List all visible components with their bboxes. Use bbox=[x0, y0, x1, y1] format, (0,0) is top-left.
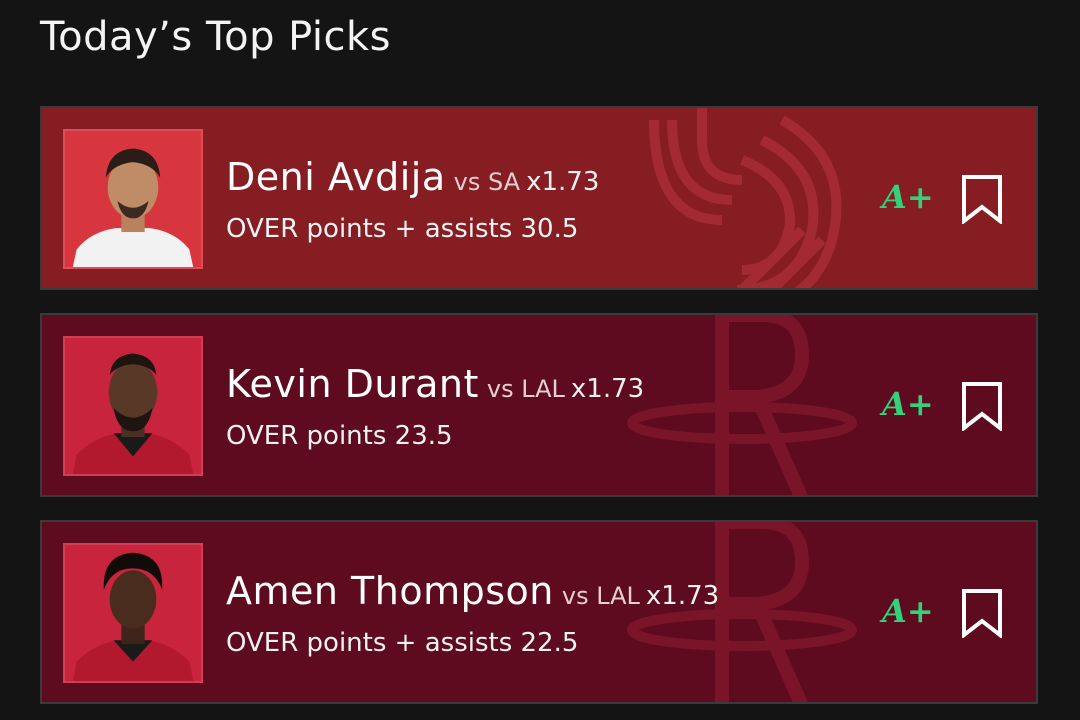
grade-badge: A+ bbox=[882, 592, 934, 630]
multiplier-label: x1.73 bbox=[570, 374, 645, 404]
player-name: Amen Thompson bbox=[226, 569, 554, 613]
pick-line: OVER points + assists 22.5 bbox=[226, 628, 579, 658]
player-name: Deni Avdija bbox=[226, 155, 446, 199]
multiplier-label: x1.73 bbox=[526, 167, 600, 197]
bookmark-icon[interactable] bbox=[961, 381, 1003, 431]
pick-card-deni-avdija[interactable]: Deni Avdija vs SA x1.73 OVER points + assi… bbox=[40, 106, 1038, 290]
player-name: Kevin Durant bbox=[226, 362, 479, 406]
grade-badge: A+ bbox=[882, 178, 934, 216]
player-photo-amen-thompson bbox=[63, 543, 203, 683]
opponent-label: vs LAL bbox=[561, 582, 640, 610]
player-photo-deni-avdija bbox=[63, 129, 203, 269]
page-title: Today’s Top Picks bbox=[40, 14, 392, 60]
opponent-label: vs SA bbox=[453, 168, 521, 196]
pick-card-amen-thompson[interactable]: Amen Thompson vs LAL x1.73 OVER points + a… bbox=[40, 520, 1038, 704]
grade-badge: A+ bbox=[882, 385, 934, 423]
player-photo-kevin-durant bbox=[63, 336, 203, 476]
opponent-label: vs LAL bbox=[486, 375, 565, 403]
pick-line: OVER points + assists 30.5 bbox=[226, 214, 579, 244]
pick-line: OVER points 23.5 bbox=[226, 421, 453, 451]
multiplier-label: x1.73 bbox=[645, 581, 720, 611]
pick-card-kevin-durant[interactable]: Kevin Durant vs LAL x1.73 OVER points 23.5… bbox=[40, 313, 1038, 497]
bookmark-icon[interactable] bbox=[961, 174, 1003, 224]
bookmark-icon[interactable] bbox=[961, 588, 1003, 638]
